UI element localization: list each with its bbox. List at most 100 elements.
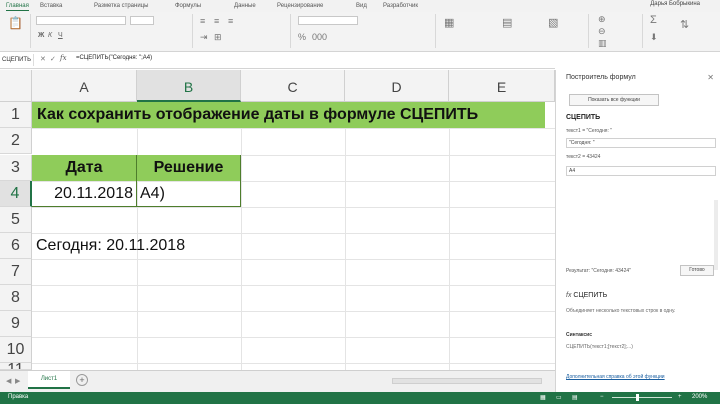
ribbon-divider (30, 14, 31, 48)
bold-icon[interactable]: Ж (38, 32, 44, 39)
cancel-icon[interactable]: ✕ (40, 55, 46, 63)
row-header[interactable]: 3 (0, 155, 32, 181)
arg1-label: текст1 = "Сегодня: " (566, 128, 613, 134)
grid-line (241, 102, 242, 370)
page-break-view-icon[interactable]: ▤ (572, 394, 578, 401)
grid-line (32, 259, 555, 260)
done-button[interactable]: Готово (680, 265, 714, 276)
sort-filter-icon[interactable]: ⇅ (680, 18, 689, 31)
format-as-table-icon[interactable]: ▤ (502, 16, 512, 29)
page-layout-view-icon[interactable]: ▭ (556, 394, 562, 401)
cell-b3-header[interactable]: Решение (137, 155, 241, 181)
cell-a6-today[interactable]: Сегодня: 20.11.2018 (36, 233, 185, 259)
ribbon-tab-bar: Главная Вставка Разметка страницы Формул… (0, 0, 720, 12)
align-center-icon[interactable]: ≡ (214, 16, 219, 26)
row-header[interactable]: 7 (0, 259, 32, 285)
row-header-selected[interactable]: 4 (0, 181, 32, 207)
name-box[interactable]: СЦЕПИТЬ (0, 54, 34, 66)
tab-developer[interactable]: Разработчик (383, 1, 418, 11)
align-right-icon[interactable]: ≡ (228, 16, 233, 26)
user-name[interactable]: Дарья Бобрыкина (650, 1, 700, 7)
grid-line (32, 207, 555, 208)
horizontal-scrollbar[interactable] (392, 378, 542, 384)
cell-a1-title[interactable]: Как сохранить отображение даты в формуле… (32, 102, 545, 128)
column-header-b[interactable]: B (137, 70, 241, 102)
next-sheet-icon[interactable]: ▶ (15, 377, 20, 385)
delete-cells-icon[interactable]: ⊖ (598, 26, 606, 37)
arg1-input[interactable]: "Сегодня: " (566, 138, 716, 148)
percent-icon[interactable]: % (298, 32, 306, 42)
ribbon-divider (642, 14, 643, 48)
conditional-format-icon[interactable]: ▦ (444, 16, 454, 29)
zoom-in-icon[interactable]: + (678, 394, 682, 400)
normal-view-icon[interactable]: ▦ (540, 394, 546, 401)
tab-data[interactable]: Данные (234, 1, 256, 11)
font-size-field[interactable] (130, 16, 154, 25)
row-header[interactable]: 11 (0, 363, 32, 370)
more-help-link[interactable]: Дополнительная справка об этой функции (566, 374, 665, 380)
row-header[interactable]: 8 (0, 285, 32, 311)
column-header-d[interactable]: D (345, 70, 449, 102)
tab-review[interactable]: Рецензирование (277, 1, 323, 11)
number-format-field[interactable] (298, 16, 358, 25)
zoom-slider-thumb[interactable] (636, 394, 639, 401)
grid-line (449, 102, 450, 370)
column-header-e[interactable]: E (449, 70, 555, 102)
row-header[interactable]: 5 (0, 207, 32, 233)
column-header-c[interactable]: C (241, 70, 345, 102)
zoom-level[interactable]: 200% (692, 394, 707, 400)
ribbon: 📋 Ж К Ч ≡ ≡ ≡ ⇥ ⊞ % 000 ▦ ▤ ▧ ⊕ ⊖ ▥ Σ ⬇ … (0, 12, 720, 52)
result-label: Результат: "Сегодня: 43424" (566, 268, 631, 274)
row-header[interactable]: 6 (0, 233, 32, 259)
grid-line (32, 128, 555, 129)
tab-home[interactable]: Главная (6, 1, 29, 11)
syntax-title: Синтаксис (566, 332, 593, 338)
status-mode: Правка (8, 394, 29, 400)
add-sheet-icon[interactable]: + (76, 374, 88, 386)
insert-cells-icon[interactable]: ⊕ (598, 14, 606, 25)
fill-icon[interactable]: ⬇ (650, 32, 658, 43)
column-header-a[interactable]: A (32, 70, 137, 102)
function-name: СЦЕПИТЬ (566, 114, 601, 121)
pane-scrollbar[interactable] (714, 200, 718, 270)
row-header[interactable]: 9 (0, 311, 32, 337)
cell-a4-date[interactable]: 20.11.2018 (32, 181, 137, 207)
underline-icon[interactable]: Ч (58, 32, 63, 39)
enter-icon[interactable]: ✓ (50, 55, 56, 63)
sheet-tab-bar: ◀ ▶ Лист1 + (0, 370, 555, 392)
row-header[interactable]: 1 (0, 102, 32, 128)
font-name-field[interactable] (36, 16, 126, 25)
merge-icon[interactable]: ⊞ (214, 32, 222, 43)
tab-insert[interactable]: Вставка (40, 1, 62, 11)
tab-view[interactable]: Вид (356, 1, 367, 11)
cell-a3-header[interactable]: Дата (32, 155, 137, 181)
sheet-tab-1[interactable]: Лист1 (28, 371, 70, 389)
tab-formulas[interactable]: Формулы (175, 1, 201, 11)
insert-function-icon[interactable]: fx (60, 54, 67, 62)
indent-icon[interactable]: ⇥ (200, 32, 208, 43)
zoom-slider[interactable] (612, 397, 672, 398)
select-all-corner[interactable] (0, 70, 32, 102)
formula-input[interactable]: =СЦЕПИТЬ("Сегодня: ";A4) (76, 55, 152, 61)
paste-icon[interactable]: 📋 (8, 16, 23, 30)
thousands-icon[interactable]: 000 (312, 32, 327, 42)
close-icon[interactable]: ✕ (707, 73, 714, 82)
align-left-icon[interactable]: ≡ (200, 16, 205, 26)
tab-page-layout[interactable]: Разметка страницы (94, 1, 148, 11)
format-cells-icon[interactable]: ▥ (598, 38, 607, 49)
italic-icon[interactable]: К (48, 32, 52, 39)
arg2-input[interactable]: A4 (566, 166, 716, 176)
pane-title: Построитель формул (566, 74, 636, 81)
prev-sheet-icon[interactable]: ◀ (6, 377, 11, 385)
formula-builder-pane: Построитель формул ✕ Показать все функци… (555, 70, 720, 392)
grid-line (32, 311, 555, 312)
cell-b4-editing[interactable]: A4) (137, 181, 241, 207)
ribbon-divider (192, 14, 193, 48)
syntax-text: СЦЕПИТЬ(текст1;[текст2];...) (566, 344, 633, 350)
zoom-out-icon[interactable]: − (600, 394, 604, 400)
cell-styles-icon[interactable]: ▧ (548, 16, 558, 29)
row-header[interactable]: 10 (0, 337, 32, 363)
row-header[interactable]: 2 (0, 128, 32, 154)
show-all-functions-button[interactable]: Показать все функции (569, 94, 659, 106)
autosum-icon[interactable]: Σ (650, 14, 657, 26)
